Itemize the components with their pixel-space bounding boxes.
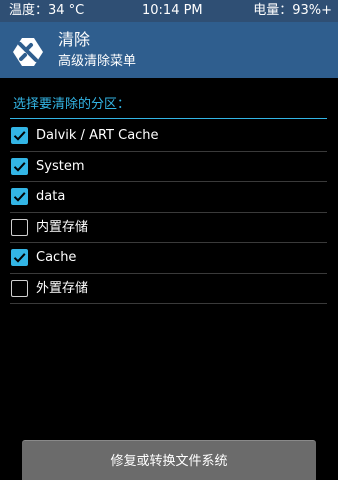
checkmark-icon — [13, 253, 26, 263]
partition-label: 外置存储 — [36, 280, 89, 296]
battery-readout: 电量：93%+ — [253, 3, 332, 18]
partition-row-cache[interactable]: Cache — [10, 243, 327, 274]
partition-label: System — [36, 158, 85, 174]
checkmark-icon — [13, 131, 26, 141]
page-title: 清除 — [58, 30, 91, 49]
repair-filesystem-label: 修复或转换文件系统 — [110, 454, 228, 469]
partition-row-external-storage[interactable]: 外置存储 — [10, 274, 327, 304]
partition-row-internal-storage[interactable]: 内置存储 — [10, 213, 327, 243]
checkbox[interactable] — [11, 157, 28, 175]
checkbox[interactable] — [11, 127, 28, 144]
clock: 10:14 PM — [142, 3, 203, 18]
twrp-logo-icon — [13, 38, 43, 66]
status-bar: 温度：34 °C 10:14 PM 电量：93%+ — [0, 0, 338, 22]
partition-label: data — [36, 189, 66, 204]
temperature-readout: 温度：34 °C — [9, 3, 85, 18]
partition-label: Dalvik / ART Cache — [36, 128, 159, 143]
screen: 温度：34 °C 10:14 PM 电量：93%+ 清除 高级清除菜单 选择要清… — [0, 0, 338, 480]
header: 清除 高级清除菜单 — [0, 22, 338, 78]
checkbox[interactable] — [11, 218, 28, 236]
page-subtitle: 高级清除菜单 — [58, 54, 137, 69]
partition-row-data[interactable]: data — [10, 182, 327, 213]
partition-section-label: 选择要清除的分区： — [13, 97, 131, 112]
section-divider — [10, 118, 327, 119]
checkbox[interactable] — [11, 188, 28, 205]
partition-label: Cache — [36, 250, 77, 265]
partition-list: Dalvik / ART Cache System data 内置存储 Cach… — [10, 121, 327, 304]
checkbox[interactable] — [11, 279, 28, 297]
checkmark-icon — [13, 192, 26, 202]
repair-filesystem-button[interactable]: 修复或转换文件系统 — [22, 440, 316, 480]
checkbox[interactable] — [11, 249, 28, 266]
checkmark-icon — [13, 161, 26, 172]
partition-row-system[interactable]: System — [10, 152, 327, 182]
partition-row-dalvik[interactable]: Dalvik / ART Cache — [10, 121, 327, 152]
partition-label: 内置存储 — [36, 219, 89, 235]
